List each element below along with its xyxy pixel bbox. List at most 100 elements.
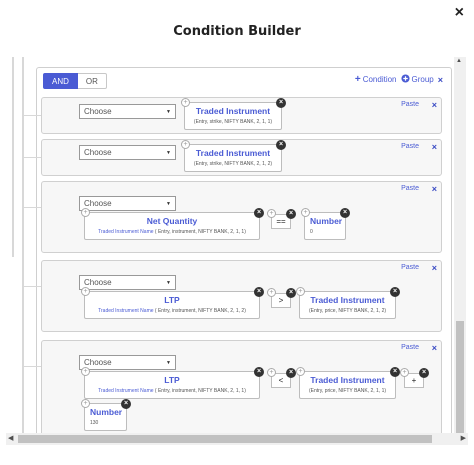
operand-subtitle: (Entry, strike, NIFTY BANK, 2, 1, 2): [193, 161, 273, 167]
plus-icon[interactable]: +: [267, 368, 276, 377]
scroll-left-icon[interactable]: ◀: [8, 433, 13, 445]
tree-connector: [22, 115, 41, 116]
scroll-up-icon[interactable]: ▲: [456, 58, 462, 64]
plus-icon[interactable]: +: [267, 209, 276, 218]
plus-icon: +: [354, 74, 361, 85]
tree-line: [12, 57, 14, 257]
horizontal-scroll-thumb[interactable]: [18, 435, 432, 443]
operand-subtitle: Traded Instrument Name ( Entry, instrume…: [85, 388, 259, 394]
close-icon[interactable]: ×: [276, 98, 286, 108]
close-icon[interactable]: ×: [286, 368, 296, 378]
caret-down-icon: ▼: [166, 200, 171, 207]
and-button[interactable]: AND: [43, 73, 78, 89]
vertical-scrollbar[interactable]: ▲: [454, 57, 466, 433]
rhs-operand-card[interactable]: + Number 130 ×: [81, 399, 131, 431]
caret-down-icon: ▼: [166, 279, 171, 286]
horizontal-scrollbar[interactable]: ◀ ▶: [6, 433, 468, 445]
close-icon[interactable]: ×: [390, 287, 400, 297]
operand-title: Number: [310, 216, 343, 226]
paste-button[interactable]: Paste: [401, 264, 419, 271]
paste-button[interactable]: Paste: [401, 344, 419, 351]
tree-connector: [22, 286, 41, 287]
choose-value: Choose: [84, 148, 112, 157]
rule-row: Choose ▼ + Net Quantity Traded Instrumen…: [41, 181, 442, 253]
operand-title: LTP: [164, 295, 180, 305]
dialog-title: Condition Builder: [173, 24, 301, 39]
group-actions: + Condition Group ×: [355, 74, 443, 85]
vertical-scroll-thumb[interactable]: [456, 321, 464, 433]
close-icon[interactable]: ×: [121, 399, 131, 409]
remove-rule-icon[interactable]: ×: [432, 343, 437, 353]
choose-value: Choose: [84, 358, 112, 367]
remove-rule-icon[interactable]: ×: [432, 263, 437, 273]
close-dialog-icon[interactable]: ×: [455, 5, 464, 21]
operand-subtitle: (Entry, strike, NIFTY BANK, 2, 1, 1): [193, 119, 273, 125]
remove-rule-icon[interactable]: ×: [432, 100, 437, 110]
rule-row: Choose ▼ + LTP Traded Instrument Name ( …: [41, 340, 442, 433]
operand-subtitle-link: Traded Instrument Name: [98, 388, 154, 394]
close-icon[interactable]: ×: [254, 208, 264, 218]
plus-circle-icon: [400, 74, 410, 85]
operand-subtitle-args: ( Entry, instrument, NIFTY BANK, 2, 1, 1…: [153, 229, 246, 235]
tree-connector: [22, 157, 41, 158]
lhs-operand-card[interactable]: + Traded Instrument (Entry, strike, NIFT…: [181, 140, 286, 172]
choose-select[interactable]: Choose ▼: [79, 145, 176, 160]
tree-connector: [22, 207, 41, 208]
close-icon[interactable]: ×: [340, 208, 350, 218]
plus-icon[interactable]: +: [301, 208, 310, 217]
close-icon[interactable]: ×: [286, 209, 296, 219]
choose-select[interactable]: Choose ▼: [79, 355, 176, 370]
plus-icon[interactable]: +: [181, 98, 190, 107]
lhs-operand-card[interactable]: + LTP Traded Instrument Name ( Entry, in…: [81, 287, 264, 319]
rhs-operand-card[interactable]: + Number 0 ×: [301, 208, 350, 240]
add-group-button[interactable]: Group: [400, 74, 434, 85]
paste-button[interactable]: Paste: [401, 185, 419, 192]
lhs-operand-card[interactable]: + Traded Instrument (Entry, strike, NIFT…: [181, 98, 286, 130]
operand-value: 130: [90, 420, 99, 426]
scroll-right-icon[interactable]: ▶: [461, 433, 466, 445]
plus-icon[interactable]: +: [81, 399, 90, 408]
plus-icon[interactable]: +: [81, 287, 90, 296]
close-icon[interactable]: ×: [419, 368, 429, 378]
close-icon[interactable]: ×: [390, 367, 400, 377]
condition-builder-dialog: Condition Builder × AND OR + Condition G…: [0, 0, 474, 465]
tree-line: [22, 57, 24, 433]
operand-subtitle-link: Traded Instrument Name: [98, 229, 154, 235]
lhs-operand-card[interactable]: + Net Quantity Traded Instrument Name ( …: [81, 208, 264, 240]
or-button[interactable]: OR: [77, 73, 107, 89]
caret-down-icon: ▼: [166, 359, 171, 366]
add-condition-label: Condition: [362, 75, 397, 84]
choose-select[interactable]: Choose ▼: [79, 196, 176, 211]
plus-icon[interactable]: +: [400, 368, 409, 377]
remove-group-icon[interactable]: ×: [438, 75, 443, 85]
close-icon[interactable]: ×: [286, 288, 296, 298]
plus-icon[interactable]: +: [296, 287, 305, 296]
remove-rule-icon[interactable]: ×: [432, 142, 437, 152]
operand-title: LTP: [164, 375, 180, 385]
plus-icon[interactable]: +: [181, 140, 190, 149]
lhs-operand-card[interactable]: + LTP Traded Instrument Name ( Entry, in…: [81, 367, 264, 399]
operand-title: Traded Instrument: [310, 375, 385, 385]
choose-select[interactable]: Choose ▼: [79, 275, 176, 290]
close-icon[interactable]: ×: [276, 140, 286, 150]
and-or-toggle: AND OR: [43, 73, 107, 89]
rhs-operand-card[interactable]: + Traded Instrument (Entry, price, NIFTY…: [296, 367, 400, 399]
remove-rule-icon[interactable]: ×: [432, 184, 437, 194]
choose-value: Choose: [84, 278, 112, 287]
operand-subtitle: (Entry, price, NIFTY BANK, 2, 1, 1): [308, 388, 387, 394]
plus-icon[interactable]: +: [81, 367, 90, 376]
plus-icon[interactable]: +: [267, 288, 276, 297]
paste-button[interactable]: Paste: [401, 143, 419, 150]
close-icon[interactable]: ×: [254, 287, 264, 297]
plus-icon[interactable]: +: [81, 208, 90, 217]
close-icon[interactable]: ×: [254, 367, 264, 377]
add-condition-button[interactable]: + Condition: [355, 74, 397, 85]
tree-connector: [22, 366, 41, 367]
plus-icon[interactable]: +: [296, 367, 305, 376]
operand-subtitle-link: Traded Instrument Name: [98, 308, 154, 314]
rhs-operand-card[interactable]: + Traded Instrument (Entry, price, NIFTY…: [296, 287, 400, 319]
operand-title: Number: [90, 407, 123, 417]
add-group-label: Group: [411, 75, 434, 84]
choose-select[interactable]: Choose ▼: [79, 104, 176, 119]
paste-button[interactable]: Paste: [401, 101, 419, 108]
